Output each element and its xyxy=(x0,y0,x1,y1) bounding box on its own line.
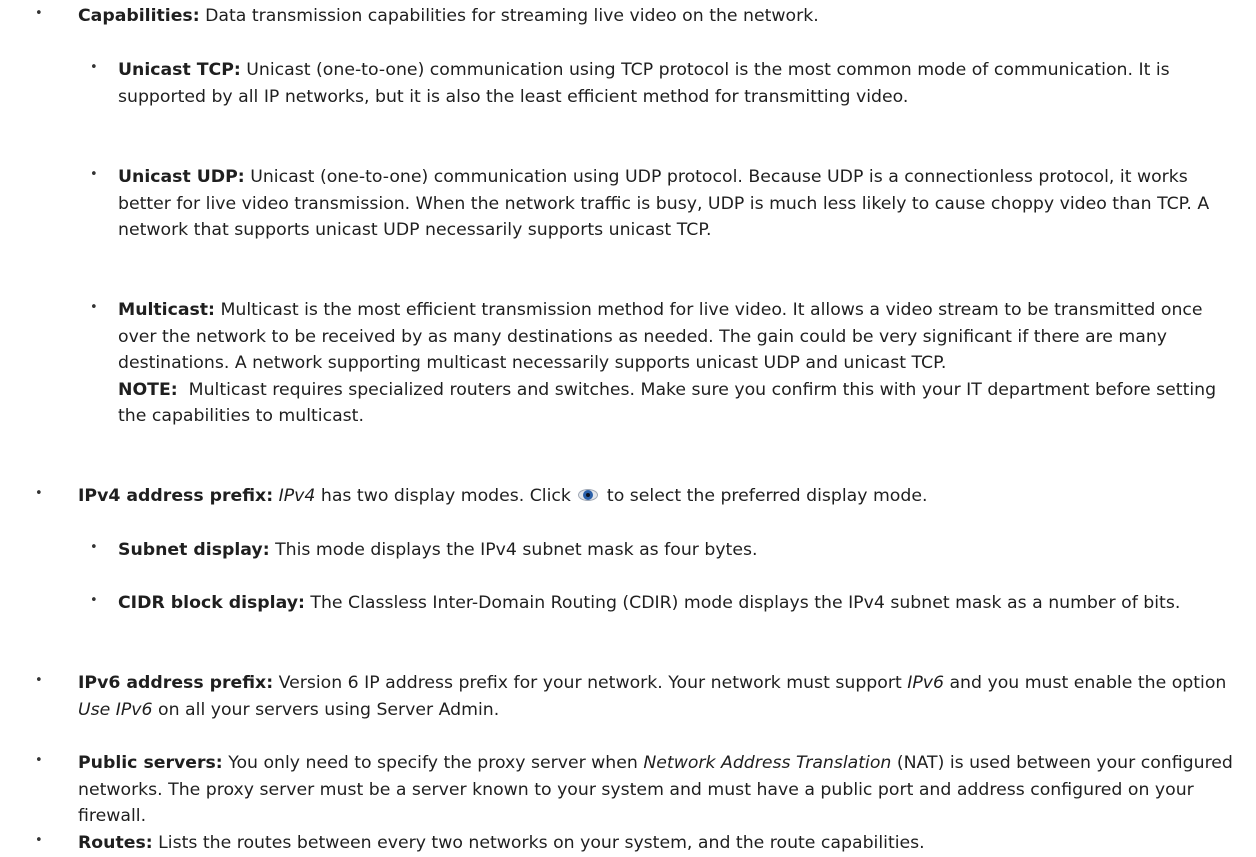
list-item-multicast: Multicast: Multicast is the most efficie… xyxy=(118,297,1228,430)
item-text: Unicast (one-to-one) communication using… xyxy=(118,60,1170,107)
item-label: Subnet display: xyxy=(118,540,270,560)
bullet: • xyxy=(35,833,43,848)
list-item-unicast-tcp: Unicast TCP: Unicast (one-to-one) commun… xyxy=(118,57,1228,110)
item-italic-a: IPv6 xyxy=(907,673,944,693)
item-italic: IPv4 xyxy=(278,486,316,506)
item-label: Routes: xyxy=(78,833,153,853)
item-italic-b: Use IPv6 xyxy=(78,699,153,720)
note-label: NOTE: xyxy=(118,379,178,400)
bullet: • xyxy=(35,6,43,21)
item-text-c: on all your servers using Server Admin. xyxy=(158,699,500,720)
list-item-routes: Routes: Lists the routes between every t… xyxy=(78,830,1238,857)
item-label: Capabilities: xyxy=(78,6,200,26)
bullet: • xyxy=(35,486,43,501)
bullet: • xyxy=(90,593,98,608)
item-label: IPv6 address prefix: xyxy=(78,673,274,693)
bullet: • xyxy=(90,167,98,182)
item-text: Unicast (one-to-one) communication using… xyxy=(118,167,1210,240)
item-italic: Network Address Translation xyxy=(643,753,892,773)
item-text-b: and you must enable the option xyxy=(949,673,1227,693)
item-text: Lists the routes between every two netwo… xyxy=(158,833,925,853)
bullet: • xyxy=(90,540,98,555)
list-item-ipv6-prefix: IPv6 address prefix: Version 6 IP addres… xyxy=(78,670,1238,723)
item-text-b: to select the preferred display mode. xyxy=(606,486,928,506)
item-text: Multicast is the most efficient transmis… xyxy=(118,300,1203,373)
list-item-subnet-display: Subnet display: This mode displays the I… xyxy=(118,537,1228,564)
item-text-a: You only need to specify the proxy serve… xyxy=(228,753,638,773)
item-label: Multicast: xyxy=(118,300,215,320)
item-text-a: has two display modes. Click xyxy=(320,486,571,506)
list-item-cidr-display: CIDR block display: The Classless Inter-… xyxy=(118,590,1243,617)
eye-icon[interactable] xyxy=(578,487,599,503)
bullet: • xyxy=(35,673,43,688)
item-text: Data transmission capabilities for strea… xyxy=(205,6,819,26)
item-label: Unicast TCP: xyxy=(118,60,241,80)
bullet: • xyxy=(90,60,98,75)
list-item-capabilities: Capabilities: Data transmission capabili… xyxy=(78,3,1238,30)
item-text-a: Version 6 IP address prefix for your net… xyxy=(278,673,902,693)
list-item-ipv4-prefix: IPv4 address prefix: IPv4 has two displa… xyxy=(78,483,1238,510)
list-item-unicast-udp: Unicast UDP: Unicast (one-to-one) commun… xyxy=(118,164,1228,244)
note-text: Multicast requires specialized routers a… xyxy=(118,379,1217,427)
item-label: Public servers: xyxy=(78,753,223,773)
bullet: • xyxy=(90,300,98,315)
item-label: Unicast UDP: xyxy=(118,167,245,187)
item-text: The Classless Inter-Domain Routing (CDIR… xyxy=(310,593,1181,613)
list-item-public-servers: Public servers: You only need to specify… xyxy=(78,750,1238,830)
item-text: This mode displays the IPv4 subnet mask … xyxy=(275,540,758,560)
bullet: • xyxy=(35,753,43,768)
item-label: CIDR block display: xyxy=(118,593,305,613)
item-label: IPv4 address prefix: xyxy=(78,486,274,506)
